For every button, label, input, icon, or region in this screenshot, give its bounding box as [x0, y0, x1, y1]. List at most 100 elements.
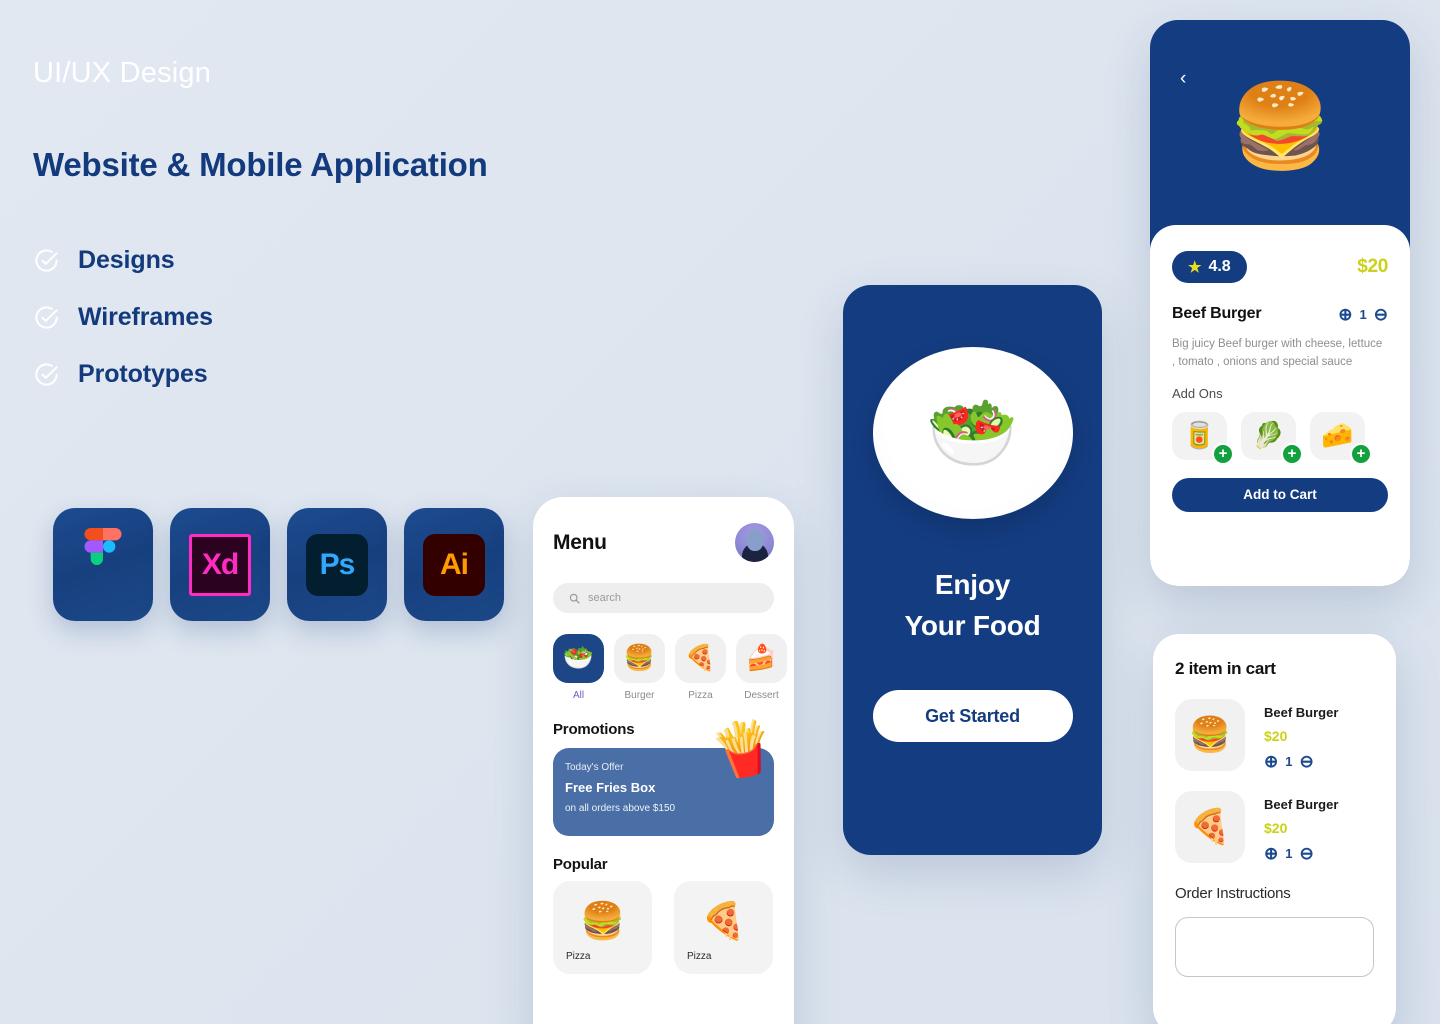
addons-row: 🥫 + 🥬 + 🧀 +: [1172, 411, 1388, 465]
feature-item-prototypes: Prototypes: [33, 360, 673, 389]
category-all[interactable]: 🥗 All: [553, 634, 604, 701]
cart-item: 🍔 Beef Burger $20 ⊕ 1 ⊖: [1175, 699, 1374, 771]
category-label: All: [572, 690, 585, 701]
category-thumb: 🍰: [736, 634, 787, 683]
lettuce-addon[interactable]: 🥬 +: [1241, 411, 1303, 465]
promotion-subtitle: on all orders above $150: [565, 803, 676, 814]
adobe-xd-label: Xd: [201, 547, 239, 581]
quantity-stepper: ⊕ 1 ⊖: [1264, 753, 1338, 770]
search-input[interactable]: search: [553, 583, 774, 613]
feature-item-designs: Designs: [33, 246, 673, 275]
category-label: Dessert: [744, 690, 779, 701]
cart-item-name: Beef Burger: [1264, 797, 1339, 812]
menu-screen: Menu search 🥗 All 🍔 Burger 🍕 Pizza 🍰 Des…: [533, 497, 794, 1024]
quantity-stepper: ⊕ 1 ⊖: [1338, 306, 1388, 323]
add-addon-icon[interactable]: +: [1212, 442, 1234, 465]
search-placeholder: search: [588, 592, 622, 604]
decrement-icon[interactable]: ⊖: [1374, 306, 1388, 323]
rating-price-row: ★ 4.8 $20: [1172, 251, 1388, 283]
quantity-stepper: ⊕ 1 ⊖: [1264, 845, 1338, 862]
detail-hero: ‹ 🍔: [1150, 20, 1410, 225]
adobe-xd-icon: Xd: [170, 508, 270, 621]
increment-icon[interactable]: ⊕: [1338, 306, 1352, 323]
salad-plate-icon: 🥗: [926, 390, 1019, 474]
product-detail-screen: ‹ 🍔 ★ 4.8 $20 Beef Burger ⊕ 1 ⊖ Big juic…: [1150, 20, 1410, 586]
popular-card[interactable]: 🍕 Pizza: [674, 881, 773, 974]
cheese-addon[interactable]: 🧀 +: [1310, 411, 1372, 465]
avatar[interactable]: [735, 523, 774, 562]
category-dessert[interactable]: 🍰 Dessert: [736, 634, 787, 701]
promo-headline: Website & Mobile Application: [33, 145, 488, 183]
sauce-icon: 🥫: [1183, 420, 1216, 451]
category-label: Burger: [624, 690, 655, 701]
illustrator-label: Ai: [440, 547, 469, 581]
cart-screen: 2 item in cart 🍔 Beef Burger $20 ⊕ 1 ⊖ 🍕…: [1153, 634, 1396, 1024]
category-burger[interactable]: 🍔 Burger: [614, 634, 665, 701]
search-icon: [569, 593, 580, 604]
check-circle-icon: [33, 247, 60, 274]
order-instructions-label: Order Instructions: [1175, 885, 1291, 902]
promo-kicker: UI/UX Design: [33, 57, 212, 89]
add-addon-icon[interactable]: +: [1281, 442, 1303, 465]
status-badge: ★ 4.8: [1172, 251, 1247, 283]
detail-sheet: ★ 4.8 $20 Beef Burger ⊕ 1 ⊖ Big juicy Be…: [1150, 225, 1410, 586]
hero-plate: 🥗: [872, 347, 1073, 519]
tool-icon-row: Xd Ps Ai: [53, 508, 504, 621]
promotion-card[interactable]: Today's Offer Free Fries Box on all orde…: [553, 715, 781, 836]
popular-label: Pizza: [566, 951, 591, 962]
hero-title-line2: Your Food: [904, 609, 1041, 641]
check-circle-icon: [33, 304, 60, 331]
cheese-icon: 🧀: [1321, 420, 1354, 451]
burger-icon: 🍔: [1228, 80, 1332, 172]
back-icon[interactable]: ‹: [1180, 68, 1186, 90]
check-circle-icon: [33, 361, 60, 388]
popular-card[interactable]: 🍔 Pizza: [553, 881, 652, 974]
category-pizza[interactable]: 🍕 Pizza: [675, 634, 726, 701]
hero-title-line1: Enjoy: [934, 569, 1011, 600]
photoshop-icon: Ps: [287, 508, 387, 621]
feature-item-wireframes: Wireframes: [33, 303, 673, 332]
popular-row: 🍔 Pizza 🍕 Pizza: [553, 881, 774, 974]
price-label: $20: [1357, 256, 1388, 277]
lettuce-icon: 🥬: [1252, 420, 1285, 451]
item-description: Big juicy Beef burger with cheese, lettu…: [1172, 338, 1383, 368]
category-row: 🥗 All 🍔 Burger 🍕 Pizza 🍰 Dessert: [553, 634, 787, 701]
sauce-addon[interactable]: 🥫 +: [1172, 411, 1234, 465]
figma-icon: [53, 508, 153, 621]
category-label: Pizza: [688, 690, 713, 701]
addons-heading: Add Ons: [1172, 385, 1223, 401]
quantity-value: 1: [1285, 754, 1293, 769]
pizza-icon: 🍕: [1175, 791, 1245, 863]
rating-value: 4.8: [1208, 258, 1231, 275]
cart-item-name: Beef Burger: [1264, 705, 1339, 720]
feature-list: Designs Wireframes Prototypes: [33, 246, 673, 389]
decrement-icon[interactable]: ⊖: [1299, 845, 1313, 862]
cart-item-price: $20: [1264, 820, 1288, 836]
category-thumb: 🍕: [675, 634, 726, 683]
menu-header: Menu: [553, 523, 774, 562]
item-name-row: Beef Burger ⊕ 1 ⊖: [1172, 305, 1388, 323]
cart-item: 🍕 Beef Burger $20 ⊕ 1 ⊖: [1175, 791, 1374, 863]
cart-title: 2 item in cart: [1175, 659, 1276, 678]
increment-icon[interactable]: ⊕: [1264, 753, 1278, 770]
quantity-value: 1: [1285, 846, 1293, 861]
page-title: Menu: [553, 530, 607, 554]
pizza-icon: 🍕: [701, 899, 746, 941]
feature-label: Designs: [78, 245, 175, 274]
promo-column: UI/UX Design Website & Mobile Applicatio…: [33, 57, 673, 417]
hero-title: Enjoy Your Food: [904, 565, 1040, 646]
onboarding-screen: 🥗 Enjoy Your Food Get Started: [843, 285, 1102, 855]
feature-label: Wireframes: [78, 302, 213, 331]
decrement-icon[interactable]: ⊖: [1299, 753, 1313, 770]
popular-label: Pizza: [687, 951, 712, 962]
add-to-cart-button[interactable]: Add to Cart: [1172, 477, 1388, 512]
increment-icon[interactable]: ⊕: [1264, 845, 1278, 862]
add-addon-icon[interactable]: +: [1350, 442, 1372, 465]
star-icon: ★: [1188, 259, 1202, 276]
photoshop-label: Ps: [319, 547, 356, 581]
get-started-button[interactable]: Get Started: [872, 690, 1073, 743]
burger-icon: 🍔: [580, 899, 625, 941]
illustrator-icon: Ai: [404, 508, 504, 621]
order-instructions-input[interactable]: [1175, 917, 1374, 977]
category-thumb: 🥗: [553, 634, 604, 683]
